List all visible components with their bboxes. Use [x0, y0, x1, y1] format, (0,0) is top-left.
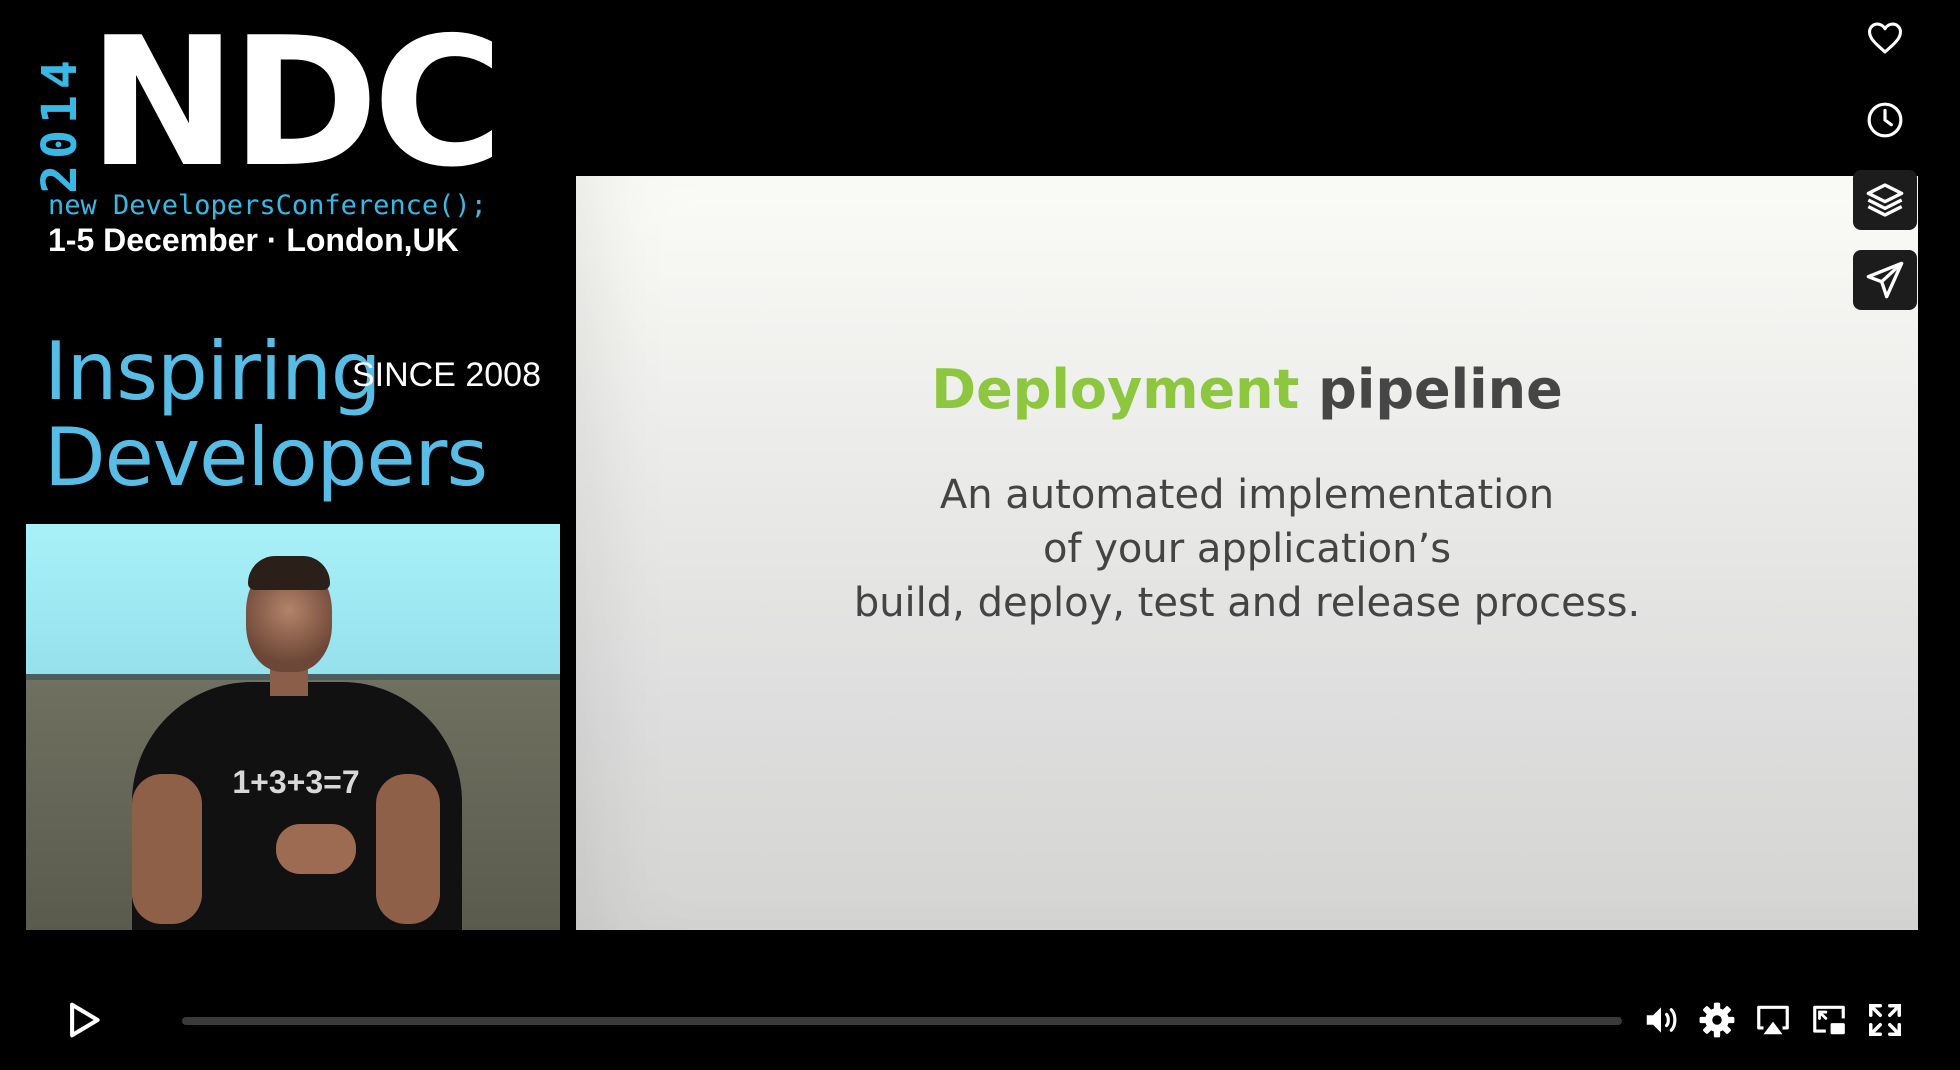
volume-button[interactable] — [1636, 995, 1686, 1045]
picture-in-picture-button[interactable] — [1804, 995, 1854, 1045]
player-controls — [0, 990, 1960, 1060]
play-button[interactable] — [56, 990, 112, 1050]
send-icon — [1866, 261, 1904, 299]
shirt-print: 1+3+3=7 — [232, 764, 360, 800]
conference-dates: 1-5 December · London,UK — [48, 222, 459, 258]
share-button[interactable] — [1853, 250, 1917, 310]
conference-branding: 2014 NDC new DevelopersConference(); 1-5… — [32, 14, 560, 504]
settings-button[interactable] — [1692, 995, 1742, 1045]
slogan-since: SINCE 2008 — [352, 356, 541, 394]
play-icon — [70, 1002, 100, 1038]
speaker-arm-left — [132, 774, 202, 924]
slogan-inspiring: Inspiring — [44, 325, 382, 418]
add-to-collection-button[interactable] — [1853, 170, 1917, 230]
clock-icon — [1867, 102, 1903, 138]
layers-icon — [1866, 183, 1904, 217]
slogan-developers: Developers — [44, 411, 488, 504]
code-tagline: new DevelopersConference(); — [48, 190, 487, 221]
ndc-logo: NDC — [88, 0, 503, 206]
watch-later-button[interactable] — [1853, 90, 1917, 150]
speaker-camera: 1+3+3=7 — [26, 524, 560, 930]
pip-icon — [1813, 1005, 1845, 1035]
speaker-hair — [248, 556, 330, 590]
slide-title-rest: pipeline — [1318, 358, 1563, 421]
slide-title: Deployment pipeline — [576, 358, 1918, 421]
airplay-icon — [1757, 1005, 1789, 1035]
slide-line: of your application’s — [1042, 526, 1452, 572]
slide-body: An automated implementation of your appl… — [576, 468, 1918, 630]
slide-line: build, deploy, test and release process. — [853, 580, 1641, 626]
progress-bar[interactable] — [182, 1017, 1622, 1025]
fullscreen-button[interactable] — [1860, 995, 1910, 1045]
presentation-slide: Deployment pipeline An automated impleme… — [576, 176, 1918, 930]
slide-line: An automated implementation — [939, 472, 1555, 518]
conference-year: 2014 — [32, 54, 88, 194]
volume-icon — [1646, 1007, 1677, 1033]
speaker-hands — [276, 824, 356, 874]
heart-icon — [1868, 22, 1902, 54]
slide-title-accent: Deployment — [931, 358, 1300, 421]
gear-icon — [1699, 1002, 1735, 1038]
airplay-button[interactable] — [1748, 995, 1798, 1045]
fullscreen-icon — [1869, 1004, 1901, 1036]
like-button[interactable] — [1853, 8, 1917, 68]
